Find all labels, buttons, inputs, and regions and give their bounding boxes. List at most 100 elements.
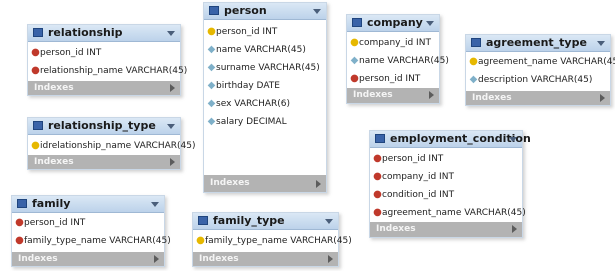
table-title: family [32, 197, 71, 210]
indexes-bar[interactable]: Indexes [370, 222, 522, 237]
collapse-arrow-icon[interactable] [597, 41, 605, 46]
collapse-arrow-icon[interactable] [167, 124, 175, 129]
column-row[interactable]: ● person_id INT [204, 23, 326, 41]
column-label: company_id INT [359, 38, 431, 48]
column-label: condition_id INT [382, 190, 455, 200]
column-label: salary DECIMAL [216, 117, 287, 127]
expand-arrow-icon[interactable] [328, 255, 333, 263]
column-row[interactable]: ● condition_id INT [370, 186, 522, 204]
collapse-arrow-icon[interactable] [325, 219, 333, 224]
table-icon [33, 28, 43, 37]
table-relationship[interactable]: relationship ● person_id INT ● relationshi… [27, 24, 187, 96]
indexes-label: Indexes [199, 254, 239, 264]
foreign-key-icon: ● [15, 217, 24, 228]
column-label: name VARCHAR(45) [216, 45, 306, 55]
column-icon: ◆ [207, 116, 216, 127]
expand-arrow-icon[interactable] [316, 180, 321, 188]
column-row[interactable]: ◆ sex VARCHAR(6) [204, 95, 326, 113]
table-header[interactable]: family [12, 196, 164, 213]
column-row[interactable]: ◆ name VARCHAR(45) [204, 41, 326, 59]
column-label: person_id INT [40, 48, 102, 58]
table-header[interactable]: family_type [193, 213, 338, 230]
table-icon [33, 121, 43, 130]
expand-arrow-icon[interactable] [600, 94, 605, 102]
column-icon: ◆ [207, 98, 216, 109]
table-relationship-type[interactable]: relationship_type ● idrelationship_name V… [27, 117, 195, 170]
primary-key-icon: ● [207, 26, 216, 37]
column-row[interactable]: ● idrelationship_name VARCHAR(45) [28, 137, 195, 155]
table-icon [17, 199, 27, 208]
column-row[interactable]: ● person_id INT [347, 70, 439, 88]
table-header[interactable]: company [347, 15, 439, 32]
table-header[interactable]: person [204, 3, 326, 20]
table-header[interactable]: employment_condition [370, 131, 531, 148]
column-label: person_id INT [382, 154, 444, 164]
table-header[interactable]: relationship [28, 25, 180, 42]
column-row[interactable]: ● agreement_name VARCHAR(45) [370, 204, 526, 222]
expand-arrow-icon[interactable] [170, 158, 175, 166]
indexes-bar[interactable]: Indexes [466, 91, 610, 105]
indexes-bar[interactable]: Indexes [12, 252, 164, 266]
indexes-bar[interactable]: Indexes [347, 88, 439, 103]
indexes-bar[interactable]: Indexes [28, 81, 180, 95]
indexes-label: Indexes [472, 93, 512, 103]
column-label: idrelationship_name VARCHAR(45) [40, 141, 196, 151]
expand-arrow-icon[interactable] [512, 225, 517, 233]
column-label: person_id INT [359, 74, 421, 84]
column-row[interactable]: ● person_id INT [28, 44, 180, 62]
primary-key-icon: ● [350, 37, 359, 48]
indexes-bar[interactable]: Indexes [28, 155, 180, 169]
table-title: family_type [213, 214, 285, 227]
column-label: relationship_name VARCHAR(45) [40, 66, 188, 76]
column-row[interactable]: ● person_id INT [370, 150, 522, 168]
column-row[interactable]: ● agreement_name VARCHAR(45) [466, 53, 615, 71]
table-family-type[interactable]: family_type ● family_type_name VARCHAR(45… [192, 212, 352, 267]
table-employment-condition[interactable]: employment_condition ● person_id INT ● com… [369, 130, 531, 238]
collapse-arrow-icon[interactable] [151, 202, 159, 207]
collapse-arrow-icon[interactable] [426, 21, 434, 26]
column-row[interactable]: ◆ salary DECIMAL [204, 113, 326, 131]
collapse-arrow-icon[interactable] [167, 31, 175, 36]
expand-arrow-icon[interactable] [429, 91, 434, 99]
table-family[interactable]: family ● person_id INT ● family_type_name … [11, 195, 171, 267]
table-title: relationship_type [48, 119, 156, 132]
indexes-label: Indexes [18, 254, 58, 264]
column-label: person_id INT [216, 27, 278, 37]
table-title: company [367, 16, 423, 29]
indexes-label: Indexes [376, 224, 416, 234]
indexes-label: Indexes [34, 157, 74, 167]
indexes-label: Indexes [353, 90, 393, 100]
column-row[interactable]: ● family_type_name VARCHAR(45) [12, 232, 171, 250]
table-icon [352, 18, 362, 27]
column-row[interactable]: ● company_id INT [347, 34, 439, 52]
column-row[interactable]: ◆ name VARCHAR(45) [347, 52, 449, 70]
column-row[interactable]: ● family_type_name VARCHAR(45) [193, 232, 352, 250]
foreign-key-icon: ● [373, 153, 382, 164]
foreign-key-icon: ● [373, 207, 382, 218]
expand-arrow-icon[interactable] [170, 84, 175, 92]
column-row[interactable]: ● relationship_name VARCHAR(45) [28, 62, 187, 80]
column-row[interactable]: ● company_id INT [370, 168, 522, 186]
table-person[interactable]: person ● person_id INT ◆ name VARCHAR(45) … [203, 2, 327, 193]
collapse-arrow-icon[interactable] [509, 137, 517, 142]
indexes-bar[interactable]: Indexes [204, 175, 326, 192]
column-label: sex VARCHAR(6) [216, 99, 291, 109]
column-row[interactable]: ◆ description VARCHAR(45) [466, 71, 610, 89]
table-header[interactable]: agreement_type [466, 35, 610, 52]
table-agreement-type[interactable]: agreement_type ● agreement_name VARCHAR(4… [465, 34, 615, 106]
column-label: description VARCHAR(45) [478, 75, 593, 85]
table-header[interactable]: relationship_type [28, 118, 180, 135]
foreign-key-icon: ● [15, 235, 24, 246]
column-label: agreement_name VARCHAR(45) [382, 208, 526, 218]
column-icon: ◆ [350, 55, 359, 66]
table-title: person [224, 4, 267, 17]
column-row[interactable]: ◆ surname VARCHAR(45) [204, 59, 326, 77]
column-row[interactable]: ● person_id INT [12, 214, 164, 232]
table-company[interactable]: company ● company_id INT ◆ name VARCHAR(45… [346, 14, 449, 104]
collapse-arrow-icon[interactable] [313, 9, 321, 14]
expand-arrow-icon[interactable] [154, 255, 159, 263]
column-label: surname VARCHAR(45) [216, 63, 320, 73]
indexes-bar[interactable]: Indexes [193, 252, 338, 266]
column-label: company_id INT [382, 172, 454, 182]
column-row[interactable]: ◆ birthday DATE [204, 77, 326, 95]
